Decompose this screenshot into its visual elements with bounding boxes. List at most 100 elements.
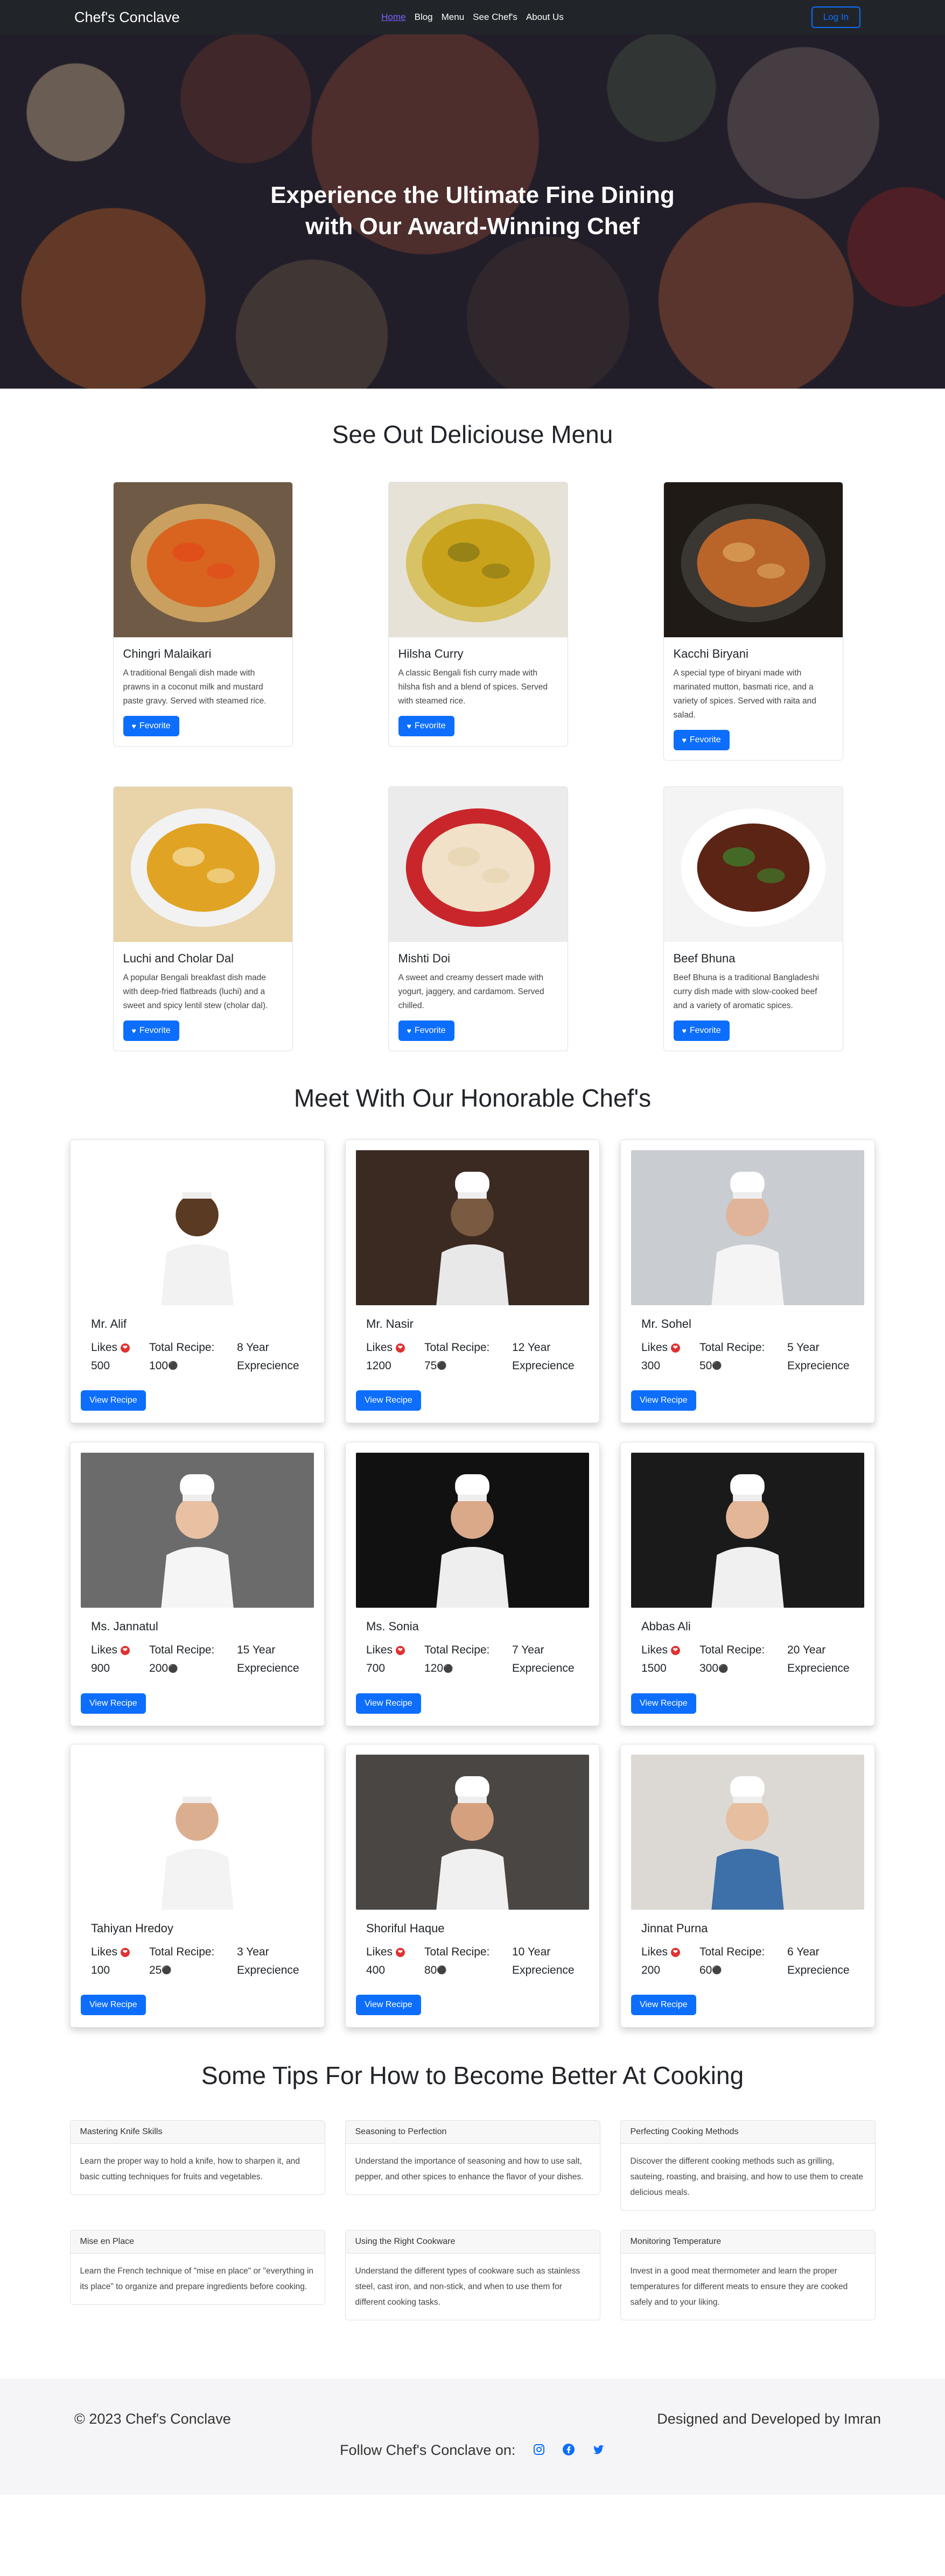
favorite-button[interactable]: ♥ Fevorite xyxy=(673,730,730,750)
chef-section-title: Meet With Our Honorable Chef's xyxy=(293,1084,652,1112)
twitter-icon[interactable] xyxy=(592,2443,605,2460)
chef-stats: Likes ❤ 700 Total Recipe: 120⚫ 7 Year Ex… xyxy=(356,1641,589,1678)
chef-hat-icon: ⚫ xyxy=(712,1361,723,1371)
brand-logo[interactable]: Chef's Conclave xyxy=(74,9,180,26)
chef-recipes-count: 60 xyxy=(699,1963,712,1976)
favorite-button[interactable]: ♥ Fevorite xyxy=(123,716,179,736)
menu-section: See Out Deliciouse Menu Chingri Malaikar… xyxy=(0,389,945,1051)
view-recipe-button[interactable]: View Recipe xyxy=(356,1693,421,1714)
like-icon: ❤ xyxy=(670,1343,680,1353)
menu-item-name: Kacchi Biryani xyxy=(673,647,748,660)
nav-link-menu[interactable]: Menu xyxy=(442,12,465,23)
chef-photo xyxy=(81,1150,314,1305)
heart-icon: ♥ xyxy=(682,1026,687,1035)
chef-stats: Likes ❤ 100 Total Recipe: 25⚫ 3 Year Exp… xyxy=(81,1943,314,1980)
instagram-icon[interactable] xyxy=(533,2443,545,2460)
chef-experience: 15 Year Exprecience xyxy=(237,1644,299,1675)
chef-stats: Likes ❤ 200 Total Recipe: 60⚫ 6 Year Exp… xyxy=(631,1943,864,1980)
chef-recipes: Total Recipe: 100⚫ xyxy=(149,1339,237,1375)
navbar: Chef's Conclave Home Blog Menu See Chef'… xyxy=(0,0,945,34)
chef-recipes-count: 80 xyxy=(424,1963,437,1976)
view-recipe-button[interactable]: View Recipe xyxy=(81,1390,146,1411)
login-button[interactable]: Log In xyxy=(811,6,860,28)
view-recipe-button[interactable]: View Recipe xyxy=(356,1390,421,1411)
chef-likes-count: 500 xyxy=(91,1360,110,1372)
footer: © 2023 Chef's Conclave Designed and Deve… xyxy=(0,2378,945,2495)
favorite-button[interactable]: ♥ Fevorite xyxy=(398,716,454,736)
nav-link-blog[interactable]: Blog xyxy=(415,12,433,23)
tip-card: Seasoning to Perfection Understand the i… xyxy=(345,2120,600,2195)
view-recipe-button[interactable]: View Recipe xyxy=(356,1995,421,2016)
menu-card: Hilsha Curry A classic Bengali fish curr… xyxy=(388,482,568,747)
like-icon: ❤ xyxy=(670,1947,680,1957)
chef-card: Abbas Ali Likes ❤ 1500 Total Recipe: 300… xyxy=(620,1442,875,1726)
chef-name: Ms. Sonia xyxy=(366,1620,419,1634)
chef-stats: Likes ❤ 1200 Total Recipe: 75⚫ 12 Year E… xyxy=(356,1339,589,1375)
favorite-button[interactable]: ♥ Fevorite xyxy=(673,1020,730,1041)
favorite-button-label: Fevorite xyxy=(139,721,171,730)
view-recipe-button[interactable]: View Recipe xyxy=(81,1995,146,2016)
menu-item-description: A classic Bengali fish curry made with h… xyxy=(398,668,548,706)
chef-likes-count: 700 xyxy=(366,1662,386,1675)
view-recipe-button[interactable]: View Recipe xyxy=(631,1390,696,1411)
menu-item-description: A traditional Bengali dish made with pra… xyxy=(123,668,267,706)
tip-body: Discover the different cooking methods s… xyxy=(630,2157,864,2198)
footer-credit: Designed and Developed by Imran xyxy=(657,2411,881,2427)
chef-stats: Likes ❤ 400 Total Recipe: 80⚫ 10 Year Ex… xyxy=(356,1943,589,1980)
view-recipe-button[interactable]: View Recipe xyxy=(631,1693,696,1714)
chef-photo xyxy=(631,1754,864,1910)
heart-icon: ♥ xyxy=(407,722,411,730)
view-recipe-button[interactable]: View Recipe xyxy=(631,1995,696,2016)
chef-recipes: Total Recipe: 60⚫ xyxy=(699,1943,787,1980)
footer-social: Follow Chef's Conclave on: xyxy=(0,2442,945,2459)
chef-stats: Likes ❤ 300 Total Recipe: 50⚫ 5 Year Exp… xyxy=(631,1339,864,1375)
chef-recipes: Total Recipe: 75⚫ xyxy=(424,1339,512,1375)
chef-experience: 10 Year Exprecience xyxy=(512,1945,575,1976)
chef-likes-label: Likes xyxy=(641,1644,668,1657)
menu-item-description: A sweet and creamy dessert made with yog… xyxy=(398,973,544,1010)
chef-photo xyxy=(356,1150,589,1305)
nav-link-home[interactable]: Home xyxy=(381,12,405,23)
hero-title: Experience the Ultimate Fine Dining with… xyxy=(270,182,675,240)
chef-recipes-count: 200 xyxy=(149,1662,169,1675)
chef-likes: Likes ❤ 700 xyxy=(366,1641,424,1678)
chef-card: Mr. Sohel Likes ❤ 300 Total Recipe: 50⚫ … xyxy=(620,1139,875,1424)
beef-bhuna-image xyxy=(663,787,843,942)
chef-recipes-label: Total Recipe: xyxy=(424,1945,490,1958)
chef-name: Tahiyan Hredoy xyxy=(91,1921,173,1935)
menu-item-name: Mishti Doi xyxy=(398,952,451,965)
heart-icon: ♥ xyxy=(682,736,687,744)
nav-link-see-chefs[interactable]: See Chef's xyxy=(473,12,517,23)
chef-recipes-label: Total Recipe: xyxy=(699,1341,765,1354)
menu-grid: Chingri Malaikari A traditional Bengali … xyxy=(113,482,843,1051)
favorite-button-label: Fevorite xyxy=(689,1026,721,1035)
chef-stats: Likes ❤ 500 Total Recipe: 100⚫ 8 Year Ex… xyxy=(81,1339,314,1375)
nav-link-about-us[interactable]: About Us xyxy=(526,12,564,23)
tip-heading: Monitoring Temperature xyxy=(620,2230,875,2254)
like-icon: ❤ xyxy=(395,1343,405,1353)
chef-card: Tahiyan Hredoy Likes ❤ 100 Total Recipe:… xyxy=(70,1743,325,2028)
chef-experience: 6 Year Exprecience xyxy=(787,1945,850,1976)
chef-recipes-label: Total Recipe: xyxy=(699,1644,765,1657)
menu-item-name: Beef Bhuna xyxy=(673,952,736,965)
chef-likes-count: 1500 xyxy=(641,1662,667,1675)
heart-icon: ♥ xyxy=(131,722,136,730)
like-icon: ❤ xyxy=(395,1646,405,1656)
tips-section-title: Some Tips For How to Become Better At Co… xyxy=(201,2061,744,2090)
view-recipe-button[interactable]: View Recipe xyxy=(81,1693,146,1714)
menu-item-name: Hilsha Curry xyxy=(398,647,464,660)
tip-body: Learn the proper way to hold a knife, ho… xyxy=(80,2157,300,2182)
facebook-icon[interactable] xyxy=(562,2443,575,2460)
menu-card-body: Kacchi Biryani A special type of biryani… xyxy=(664,637,843,760)
favorite-button-label: Fevorite xyxy=(689,735,721,744)
tip-body: Learn the French technique of "mise en p… xyxy=(80,2267,314,2292)
chef-name: Mr. Alif xyxy=(91,1317,127,1331)
menu-card: Chingri Malaikari A traditional Bengali … xyxy=(113,482,293,747)
tip-card: Using the Right Cookware Understand the … xyxy=(345,2230,600,2321)
favorite-button[interactable]: ♥ Fevorite xyxy=(398,1020,454,1041)
chef-name: Shoriful Haque xyxy=(366,1921,445,1935)
tip-card: Monitoring Temperature Invest in a good … xyxy=(620,2230,876,2321)
chef-likes-count: 100 xyxy=(91,1963,110,1976)
chef-grid: Mr. Alif Likes ❤ 500 Total Recipe: 100⚫ … xyxy=(70,1139,875,2028)
favorite-button[interactable]: ♥ Fevorite xyxy=(123,1020,179,1041)
